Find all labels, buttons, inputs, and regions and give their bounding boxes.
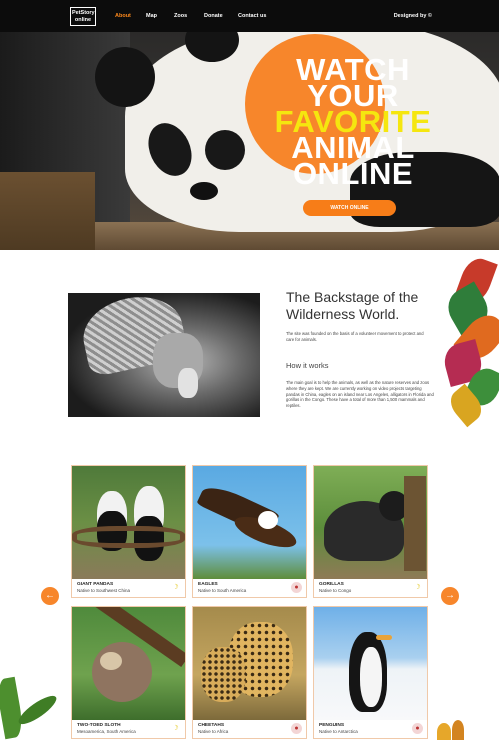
animal-card-penguins[interactable]: PENGUINS Native to Antarctica ● bbox=[313, 606, 428, 739]
banana-icon: ☽ bbox=[172, 725, 179, 732]
animal-card-pandas[interactable]: GIANT PANDAS Native to Southwest China ☽ bbox=[71, 465, 186, 598]
animal-native: Native to Africa bbox=[198, 729, 229, 734]
hero-banner: WATCH YOUR FAVORITE ANIMAL ONLINE WATCH … bbox=[0, 32, 499, 250]
animal-card-eagles[interactable]: EAGLES Native to South America ● bbox=[192, 465, 307, 598]
decorative-plant bbox=[432, 718, 472, 740]
panda-nose bbox=[190, 182, 218, 200]
animal-name: TWO-TOED SLOTH bbox=[77, 723, 121, 728]
animal-native: Native to South America bbox=[198, 588, 247, 593]
meat-icon: ● bbox=[412, 723, 423, 734]
about-text: The site was founded on the basis of a v… bbox=[286, 331, 424, 342]
old-man-photo bbox=[68, 293, 260, 417]
decorative-leaves bbox=[440, 254, 499, 433]
decorative-plant bbox=[0, 668, 62, 740]
banana-icon: ☽ bbox=[414, 584, 421, 591]
meat-icon: ● bbox=[291, 582, 302, 593]
watch-online-button[interactable]: WATCH ONLINE bbox=[303, 200, 396, 216]
animal-native: Native to Congo bbox=[319, 588, 352, 593]
eagles-photo bbox=[193, 466, 306, 579]
nav-link-contact[interactable]: Contact us bbox=[238, 13, 266, 19]
beard bbox=[178, 368, 198, 398]
animal-native: Native to Southwest China bbox=[77, 588, 131, 593]
carousel-prev-button[interactable]: ← bbox=[41, 587, 59, 605]
how-it-works-text: The main goal is to help the animals, as… bbox=[286, 380, 434, 409]
hero-line: ONLINE bbox=[292, 156, 414, 191]
animal-name: GORILLAS bbox=[319, 582, 344, 587]
nav-link-zoos[interactable]: Zoos bbox=[174, 13, 187, 19]
nav-link-about[interactable]: About bbox=[115, 13, 131, 19]
panda-ear bbox=[95, 47, 155, 107]
animal-name: GIANT PANDAS bbox=[77, 582, 114, 587]
designed-by: Designed by © bbox=[393, 13, 432, 19]
sloth-photo bbox=[72, 607, 185, 720]
pandas-photo bbox=[72, 466, 185, 579]
animal-name: EAGLES bbox=[198, 582, 218, 587]
panda-eye-patch bbox=[205, 130, 245, 170]
carousel-next-button[interactable]: → bbox=[441, 587, 459, 605]
about-title: The Backstage of the Wilderness World. bbox=[286, 289, 419, 322]
animal-card-sloth[interactable]: TWO-TOED SLOTH Mesoamerica, South Americ… bbox=[71, 606, 186, 739]
top-navigation: PetStory online About Map Zoos Donate Co… bbox=[0, 0, 499, 32]
meat-icon: ● bbox=[291, 723, 302, 734]
site-logo[interactable]: PetStory online bbox=[70, 7, 96, 26]
tree-stump bbox=[0, 172, 95, 250]
nav-link-map[interactable]: Map bbox=[146, 13, 157, 19]
animal-native: Native to Antarctica bbox=[319, 729, 358, 734]
gorillas-photo bbox=[314, 466, 427, 579]
animal-name: CHEETAHS bbox=[198, 723, 225, 728]
logo-line1: PetStory bbox=[72, 10, 95, 16]
cheetahs-photo bbox=[193, 607, 306, 720]
banana-icon: ☽ bbox=[172, 584, 179, 591]
animal-card-gorillas[interactable]: GORILLAS Native to Congo ☽ bbox=[313, 465, 428, 598]
animal-native: Mesoamerica, South America bbox=[77, 729, 136, 734]
penguins-photo bbox=[314, 607, 427, 720]
animal-card-cheetahs[interactable]: CHEETAHS Native to Africa ● bbox=[192, 606, 307, 739]
nav-link-donate[interactable]: Donate bbox=[204, 13, 223, 19]
animal-name: PENGUINS bbox=[319, 723, 345, 728]
how-it-works-title: How it works bbox=[286, 361, 329, 370]
logo-line2: online bbox=[74, 17, 92, 23]
hero-headline: WATCH YOUR FAVORITE ANIMAL ONLINE bbox=[258, 54, 448, 191]
